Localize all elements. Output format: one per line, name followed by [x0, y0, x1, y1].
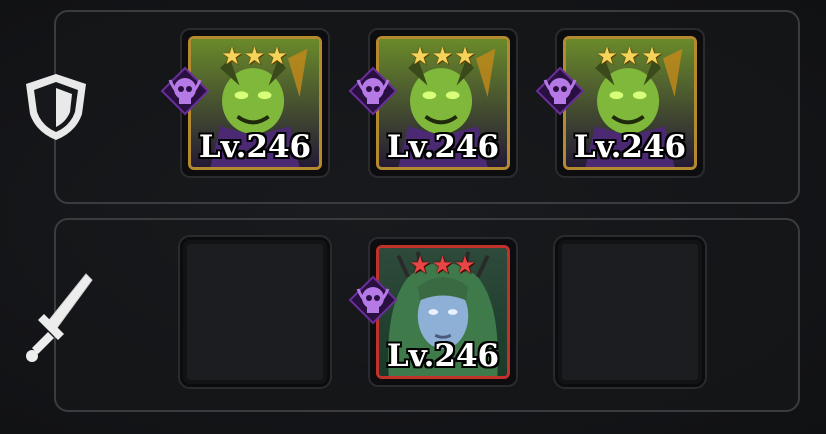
undead-skull-icon: [535, 66, 585, 116]
star-rating: ★★★: [596, 42, 664, 70]
attack-slot-1-empty[interactable]: [180, 237, 330, 387]
shield-icon: [26, 74, 86, 140]
star-rating: ★★★: [221, 42, 289, 70]
star-rating: ★★★: [409, 42, 477, 70]
hero-level: Lv.246: [386, 129, 500, 165]
undead-skull-icon: [348, 275, 398, 325]
undead-skull-icon: [348, 66, 398, 116]
hero-level: Lv.246: [198, 129, 312, 165]
sword-icon: [26, 273, 93, 362]
undead-skull-icon: [160, 66, 210, 116]
attack-slot-3-empty[interactable]: [555, 237, 705, 387]
hero-level: Lv.246: [573, 129, 687, 165]
hero-level: Lv.246: [386, 338, 500, 374]
star-rating: ★★★: [409, 251, 477, 279]
